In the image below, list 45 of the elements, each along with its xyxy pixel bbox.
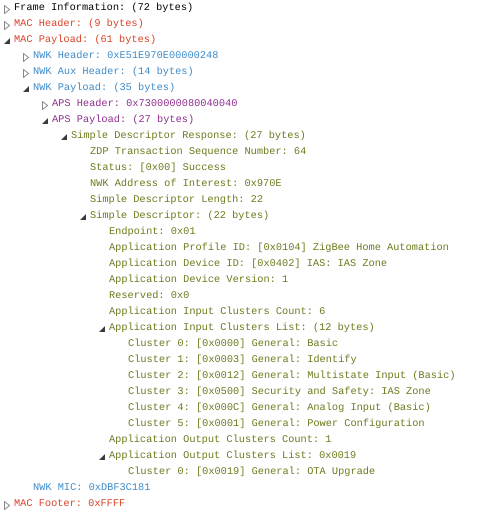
tree-item-label[interactable]: Simple Descriptor: (22 bytes)	[90, 209, 270, 225]
expanded-triangle-icon[interactable]	[99, 454, 106, 460]
tree-item-label[interactable]: Reserved: 0x0	[109, 289, 190, 305]
tree-item-label[interactable]: Endpoint: 0x01	[109, 225, 196, 241]
tree-item-label[interactable]: Application Output Clusters List: 0x0019	[109, 449, 356, 465]
tree-item-label[interactable]: Simple Descriptor Response: (27 bytes)	[71, 129, 306, 145]
collapsed-triangle-icon[interactable]	[4, 4, 10, 14]
tree-item-label[interactable]: Cluster 0: [0x0019] General: OTA Upgrade	[128, 465, 376, 481]
tree-item-label[interactable]: Application Input Clusters List: (12 bytes)	[109, 321, 375, 337]
tree-item-label[interactable]: NWK Aux Header: (14 bytes)	[33, 65, 194, 81]
tree-item-label[interactable]: Application Device ID: [0x0402] IAS: IAS Zone	[109, 257, 388, 273]
collapsed-triangle-icon[interactable]	[4, 500, 10, 510]
collapsed-triangle-icon[interactable]	[4, 20, 10, 30]
tree-item-label[interactable]: Simple Descriptor Length: 22	[90, 193, 264, 209]
tree-item-label[interactable]: MAC Payload: (61 bytes)	[14, 33, 156, 49]
expanded-triangle-icon[interactable]	[42, 118, 49, 124]
tree-item-label[interactable]: NWK Address of Interest: 0x970E	[90, 177, 282, 193]
collapsed-triangle-icon[interactable]	[42, 100, 48, 110]
tree-item-label[interactable]: Application Profile ID: [0x0104] ZigBee Home Automation	[109, 241, 449, 257]
collapsed-triangle-icon[interactable]	[23, 68, 29, 78]
tree-item-label[interactable]: Application Output Clusters Count: 1	[109, 433, 332, 449]
collapsed-triangle-icon[interactable]	[23, 52, 29, 62]
tree-item-label[interactable]: MAC Header: (9 bytes)	[14, 17, 144, 33]
expanded-triangle-icon[interactable]	[99, 326, 106, 332]
tree-item-label[interactable]: NWK Payload: (35 bytes)	[33, 81, 176, 97]
expanded-triangle-icon[interactable]	[4, 38, 11, 44]
tree-item-label[interactable]: Cluster 0: [0x0000] General: Basic	[128, 337, 338, 353]
tree-item-label[interactable]: Status: [0x00] Success	[90, 161, 226, 177]
tree-item-label[interactable]: NWK MIC: 0xDBF3C181	[33, 481, 150, 497]
tree-item-label[interactable]: Cluster 5: [0x0001] General: Power Configuration	[128, 417, 425, 433]
tree-item-label[interactable]: NWK Header: 0xE51E970E00000248	[33, 49, 218, 65]
tree-item-label[interactable]: Cluster 3: [0x0500] Security and Safety: IAS Zone	[128, 385, 431, 401]
tree-item-label[interactable]: MAC Footer: 0xFFFF	[14, 497, 126, 513]
tree-item-label[interactable]: Frame Information: (72 bytes)	[14, 1, 194, 17]
tree-item-label[interactable]: Cluster 4: [0x000C] General: Analog Input (Basic)	[128, 401, 431, 417]
tree-item-label[interactable]: ZDP Transaction Sequence Number: 64	[90, 145, 306, 161]
expanded-triangle-icon[interactable]	[23, 86, 30, 92]
expanded-triangle-icon[interactable]	[80, 214, 87, 220]
tree-item-label[interactable]: APS Payload: (27 bytes)	[52, 113, 194, 129]
tree-item-label[interactable]: APS Header: 0x7300000080040040	[52, 97, 238, 113]
tree-item-label[interactable]: Cluster 1: [0x0003] General: Identify	[128, 353, 357, 369]
expanded-triangle-icon[interactable]	[61, 134, 68, 140]
tree-item-label[interactable]: Cluster 2: [0x0012] General: Multistate Input (Basic)	[128, 369, 456, 385]
tree-item-label[interactable]: Application Input Clusters Count: 6	[109, 305, 326, 321]
tree-item-label[interactable]: Application Device Version: 1	[109, 273, 288, 289]
